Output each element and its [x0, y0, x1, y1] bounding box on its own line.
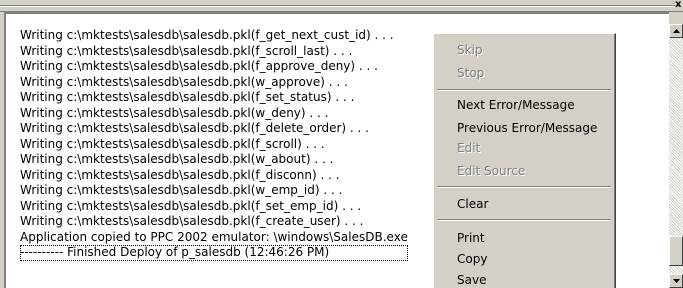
- output-line[interactable]: Writing c:\mktests\salesdb\salesdb.pkl(w…: [20, 75, 408, 91]
- output-line[interactable]: Writing c:\mktests\salesdb\salesdb.pkl(f…: [20, 28, 408, 44]
- output-lines: Writing c:\mktests\salesdb\salesdb.pkl(f…: [20, 28, 408, 261]
- output-line[interactable]: Writing c:\mktests\salesdb\salesdb.pkl(f…: [20, 59, 408, 75]
- context-menu: Skip Stop Next Error/Message Previous Er…: [433, 33, 616, 288]
- menu-item-save[interactable]: Save: [457, 272, 486, 288]
- output-line[interactable]: Writing c:\mktests\salesdb\salesdb.pkl(f…: [20, 214, 408, 230]
- menu-separator: [437, 89, 611, 91]
- output-line[interactable]: Writing c:\mktests\salesdb\salesdb.pkl(f…: [20, 44, 408, 60]
- output-line[interactable]: Writing c:\mktests\salesdb\salesdb.pkl(f…: [20, 199, 408, 215]
- menu-item-skip: Skip: [457, 43, 483, 57]
- menu-item-edit-source: Edit Source: [457, 164, 526, 178]
- output-line[interactable]: Writing c:\mktests\salesdb\salesdb.pkl(w…: [20, 106, 408, 122]
- menu-item-copy[interactable]: Copy: [457, 251, 487, 267]
- menu-item-clear[interactable]: Clear: [457, 196, 488, 212]
- output-line[interactable]: Application copied to PPC 2002 emulator:…: [20, 230, 408, 246]
- triangle-down-icon: [673, 279, 680, 283]
- menu-separator: [437, 186, 611, 188]
- close-pane-button[interactable]: x: [675, 0, 683, 11]
- output-line[interactable]: Writing c:\mktests\salesdb\salesdb.pkl(f…: [20, 168, 408, 184]
- menu-separator: [437, 219, 611, 221]
- scroll-thumb[interactable]: [669, 236, 683, 266]
- scroll-down-button[interactable]: [669, 274, 683, 288]
- pane-splitter-bar[interactable]: x: [0, 0, 683, 12]
- menu-item-stop: Stop: [457, 66, 485, 80]
- menu-item-previous-error[interactable]: Previous Error/Message: [457, 120, 597, 136]
- output-line[interactable]: Writing c:\mktests\salesdb\salesdb.pkl(w…: [20, 152, 408, 168]
- output-line-selected[interactable]: ---------- Finished Deploy of p_salesdb …: [20, 245, 408, 261]
- triangle-up-icon: [673, 29, 680, 33]
- scroll-up-button[interactable]: [669, 24, 683, 38]
- splitter-line: [0, 5, 675, 7]
- vertical-scrollbar[interactable]: [669, 24, 683, 288]
- menu-item-edit: Edit: [457, 141, 481, 155]
- output-line[interactable]: Writing c:\mktests\salesdb\salesdb.pkl(w…: [20, 183, 408, 199]
- output-line[interactable]: Writing c:\mktests\salesdb\salesdb.pkl(f…: [20, 121, 408, 137]
- menu-item-next-error[interactable]: Next Error/Message: [457, 97, 575, 113]
- menu-item-print[interactable]: Print: [457, 230, 485, 246]
- output-line[interactable]: Writing c:\mktests\salesdb\salesdb.pkl(f…: [20, 137, 408, 153]
- output-line[interactable]: Writing c:\mktests\salesdb\salesdb.pkl(f…: [20, 90, 408, 106]
